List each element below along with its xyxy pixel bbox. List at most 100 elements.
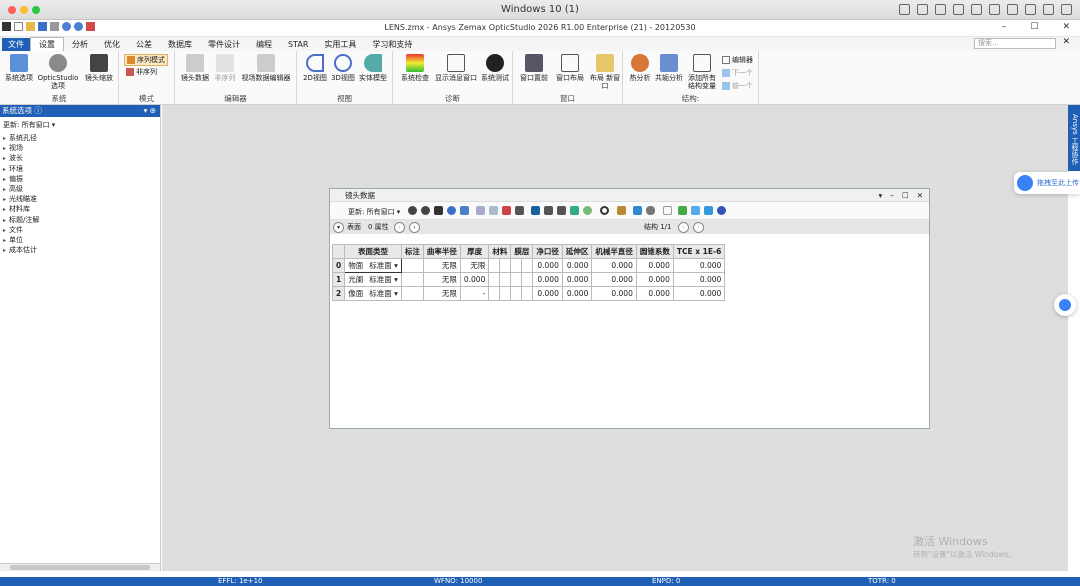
lens-scale-button[interactable]: 镜头缩放: [82, 54, 116, 82]
nonseq-editor-button[interactable]: 非序列: [212, 54, 238, 82]
solve-icon[interactable]: [600, 206, 609, 215]
conic-header[interactable]: 圆锥系数: [635, 244, 674, 259]
tool-icon[interactable]: [570, 206, 579, 215]
sidebar-item-aperture[interactable]: 系统孔径: [0, 133, 160, 143]
surface-name-cell[interactable]: 像面: [344, 286, 367, 301]
radius-cell[interactable]: 无限: [422, 286, 461, 301]
refresh-icon[interactable]: [408, 206, 417, 215]
surface-type-cell[interactable]: 标准面: [369, 261, 392, 270]
sidebar-item-polarization[interactable]: 偏振: [0, 174, 160, 184]
clear-semi-dia-cell[interactable]: 0.000: [532, 286, 563, 301]
next-config-button[interactable]: 下一个: [722, 68, 753, 78]
lde-minimize-button[interactable]: –: [890, 189, 894, 202]
comment-cell[interactable]: [400, 258, 424, 273]
tce-cell[interactable]: 0.000: [672, 258, 726, 273]
coating-cell[interactable]: [510, 286, 523, 301]
tab-utilities[interactable]: 实用工具: [316, 38, 364, 51]
tab-analysis[interactable]: 分析: [64, 38, 96, 51]
tce-cell[interactable]: 0.000: [672, 286, 726, 301]
tab-optimize[interactable]: 优化: [96, 38, 128, 51]
clear-semi-dia-cell[interactable]: 0.000: [532, 258, 563, 273]
nonsequential-mode-button[interactable]: 非序列: [126, 67, 157, 77]
keyboard-icon[interactable]: [899, 4, 910, 15]
chip-zone-cell[interactable]: 0.000: [561, 286, 593, 301]
lde-maximize-button[interactable]: ☐: [902, 189, 909, 202]
minimize-button[interactable]: –: [1002, 22, 1007, 32]
sidebar-item-ray-aiming[interactable]: 光线瞄准: [0, 194, 160, 204]
maximize-button[interactable]: ☐: [1030, 22, 1038, 32]
shaded-model-button[interactable]: 实体模型: [357, 54, 389, 82]
tool-icon[interactable]: [489, 206, 498, 215]
clear-semi-dia-cell[interactable]: 0.000: [532, 272, 563, 287]
tab-libraries[interactable]: 数据库: [160, 38, 200, 51]
field-data-editor-button[interactable]: 视场数据编辑器: [238, 54, 294, 82]
grid-icon[interactable]: [460, 206, 469, 215]
mech-semi-dia-header[interactable]: 机械半直径: [591, 244, 637, 259]
sound-icon[interactable]: [989, 4, 1000, 15]
sidebar-item-advanced[interactable]: 高级: [0, 184, 160, 194]
dropdown-arrow-icon[interactable]: ▾: [394, 261, 398, 270]
thickness-cell[interactable]: 0.000: [459, 272, 490, 287]
camera-icon[interactable]: [1025, 4, 1036, 15]
opticstudio-options-button[interactable]: OpticStudio 选项: [36, 54, 80, 90]
material-cell[interactable]: [488, 286, 501, 301]
display-icon[interactable]: [917, 4, 928, 15]
prev-surface-icon[interactable]: ‹: [394, 222, 405, 233]
tool-icon[interactable]: [515, 206, 524, 215]
radius-header[interactable]: 曲率半径: [422, 244, 461, 259]
thickness-cell[interactable]: -: [459, 286, 490, 301]
radius-cell[interactable]: 无限: [422, 258, 461, 273]
tab-star[interactable]: STAR: [280, 39, 316, 50]
crosshair-icon[interactable]: [434, 206, 443, 215]
tab-part-designer[interactable]: 零件设计: [200, 38, 248, 51]
solve-cell[interactable]: [521, 272, 534, 287]
coating-header[interactable]: 膜层: [510, 244, 534, 259]
material-cell[interactable]: [488, 272, 501, 287]
solve-cell[interactable]: [499, 272, 512, 287]
table-row[interactable]: 1 光阑 标准面 ▾ 无限 0.000 0.000 0.000 0.000 0.…: [331, 272, 726, 287]
tab-help[interactable]: 学习和支持: [364, 38, 420, 51]
usb-icon[interactable]: [935, 4, 946, 15]
show-messages-button[interactable]: 显示消息窗口: [433, 54, 479, 82]
sidebar-item-units[interactable]: 单位: [0, 235, 160, 245]
chip-zone-header[interactable]: 延伸区: [561, 244, 593, 259]
sidebar-item-wavelengths[interactable]: 波长: [0, 153, 160, 163]
solve-cell[interactable]: [521, 286, 534, 301]
tool-icon[interactable]: [583, 206, 592, 215]
disk-icon[interactable]: [953, 4, 964, 15]
layout-new-window-button[interactable]: 布局 新窗口: [589, 54, 621, 90]
surface-name-cell[interactable]: 光阑: [344, 272, 367, 287]
mech-semi-dia-cell[interactable]: 0.000: [591, 272, 637, 287]
lde-menu-icon[interactable]: ▾: [878, 189, 882, 202]
tab-tolerance[interactable]: 公差: [128, 38, 160, 51]
surface-type-cell[interactable]: 标准面: [369, 289, 392, 298]
tool-icon[interactable]: [531, 206, 540, 215]
dropdown-arrow-icon[interactable]: ▾: [394, 289, 398, 298]
dropdown-arrow-icon[interactable]: ▾: [394, 275, 398, 284]
scroll-thumb[interactable]: [10, 565, 150, 570]
tab-file[interactable]: 文件: [2, 37, 30, 51]
thickness-cell[interactable]: 无限: [459, 258, 490, 273]
tool-icon[interactable]: [633, 206, 642, 215]
help-icon[interactable]: [717, 206, 726, 215]
config-editor-button[interactable]: 编辑器: [722, 55, 753, 65]
tool-icon[interactable]: [476, 206, 485, 215]
lde-close-button[interactable]: ✕: [917, 189, 923, 202]
mech-semi-dia-cell[interactable]: 0.000: [591, 258, 637, 273]
globe-icon[interactable]: [447, 206, 456, 215]
floating-assistant-button[interactable]: [1054, 294, 1076, 316]
table-row[interactable]: 2 像面 标准面 ▾ 无限 - 0.000 0.000 0.000 0.000 …: [331, 286, 726, 301]
upload-tip[interactable]: 拖拽至此上传: [1014, 172, 1080, 194]
side-tab-ansys[interactable]: Ansys 工程协作: [1068, 105, 1080, 171]
sidebar-item-material-catalogs[interactable]: 材料库: [0, 204, 160, 214]
chip-zone-cell[interactable]: 0.000: [561, 258, 593, 273]
solve-cell[interactable]: [499, 258, 512, 273]
tool-icon[interactable]: [557, 206, 566, 215]
sequential-mode-button[interactable]: 序列模式: [124, 54, 168, 66]
surface-type-header[interactable]: 表面类型: [344, 244, 402, 259]
tool-icon[interactable]: [617, 206, 626, 215]
add-config-variables-button[interactable]: 添加所有 结构变量: [684, 54, 720, 90]
tool-icon[interactable]: [646, 206, 655, 215]
collapse-icon[interactable]: ▾: [333, 222, 344, 233]
solve-cell[interactable]: [499, 286, 512, 301]
